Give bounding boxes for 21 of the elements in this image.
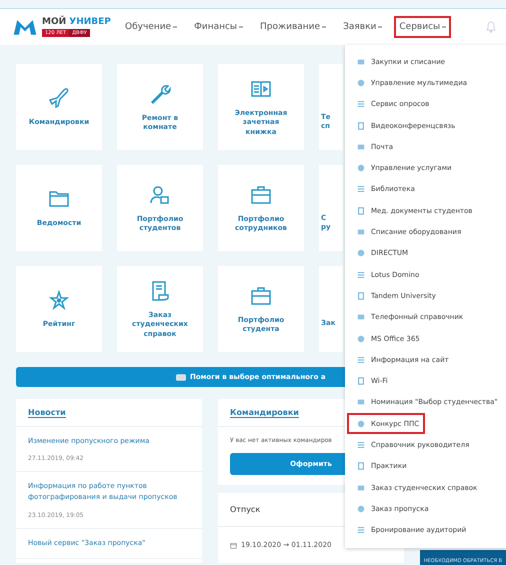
logo-icon: [12, 17, 38, 37]
airplane-icon: [47, 86, 71, 110]
list-icon: [357, 100, 365, 108]
nav-menu-item[interactable]: Сервисы: [394, 16, 452, 38]
caret-icon: [239, 26, 244, 28]
keyboard-icon: [176, 374, 186, 380]
star-icon: [47, 288, 71, 312]
bell-icon[interactable]: [486, 21, 496, 33]
caret-icon: [322, 26, 326, 28]
nav-menu-item[interactable]: Заявки: [338, 16, 388, 38]
caret-icon: [378, 26, 382, 28]
nav-menu-item[interactable]: Проживание: [255, 16, 332, 38]
card-title[interactable]: Командировки: [230, 408, 299, 418]
logo-title: МОЙ УНИВЕР: [42, 17, 111, 27]
caret-icon: [442, 26, 446, 28]
nav-menu-item[interactable]: Финансы: [189, 16, 248, 38]
card-title[interactable]: Новости: [28, 408, 66, 418]
caret-icon: [173, 26, 178, 28]
card-title: Отпуск: [230, 505, 260, 514]
calendar-icon: [230, 542, 237, 548]
nav-menu-item[interactable]: Обучение: [120, 16, 182, 38]
